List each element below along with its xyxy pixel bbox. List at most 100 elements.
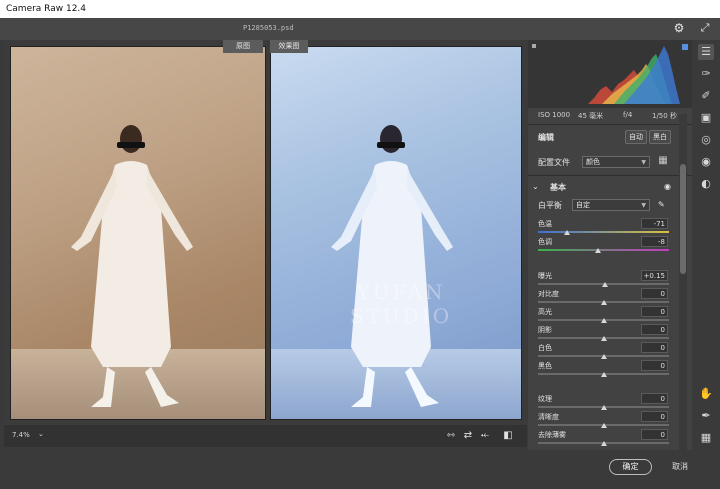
profile-row: 配置文件 颜色 ▼ ▦ xyxy=(528,155,678,169)
chevron-down-icon: ▼ xyxy=(641,202,646,209)
highlights-label: 高光 xyxy=(538,308,552,316)
gear-icon[interactable]: ⚙ xyxy=(672,21,686,35)
slider-exposure: 曝光 +0.15 xyxy=(528,269,678,287)
dehaze-thumb[interactable] xyxy=(600,441,607,446)
toggle-view-icon[interactable]: ◧ xyxy=(501,429,515,443)
blacks-label: 黑色 xyxy=(538,362,552,370)
after-photo: YUFAN STUDIO xyxy=(270,46,522,420)
black-white-button[interactable]: 黑白 xyxy=(649,130,671,144)
eye-icon[interactable]: ◉ xyxy=(664,182,671,191)
temp-track[interactable] xyxy=(538,231,669,233)
dehaze-label: 去除薄雾 xyxy=(538,431,566,439)
title-bar: Camera Raw 12.4 xyxy=(0,0,720,18)
presets-icon[interactable]: ◐ xyxy=(698,176,714,192)
texture-value[interactable]: 0 xyxy=(641,393,668,404)
chevron-down-icon[interactable]: ⌄ xyxy=(532,182,539,191)
shadows-value[interactable]: 0 xyxy=(641,324,668,335)
slider-contrast: 对比度 0 xyxy=(528,287,678,305)
gradient-icon[interactable]: ▣ xyxy=(698,110,714,126)
blacks-value[interactable]: 0 xyxy=(641,360,668,371)
shadows-label: 阴影 xyxy=(538,326,552,334)
hand-icon[interactable]: ✋ xyxy=(698,386,714,402)
highlights-value[interactable]: 0 xyxy=(641,306,668,317)
dehaze-value[interactable]: 0 xyxy=(641,429,668,440)
cancel-button[interactable]: 取消 xyxy=(664,459,696,475)
eyedropper-icon[interactable]: ✎ xyxy=(658,200,665,209)
panel-scrollbar[interactable] xyxy=(679,114,687,450)
footer-bar: 确定 取消 xyxy=(0,450,720,489)
divider xyxy=(528,175,692,176)
contrast-label: 对比度 xyxy=(538,290,559,298)
temp-value[interactable]: -71 xyxy=(641,218,668,229)
tint-track[interactable] xyxy=(538,249,669,251)
crop-icon[interactable]: ✑ xyxy=(698,66,714,82)
sliders-icon[interactable]: ☰ xyxy=(698,44,714,60)
slider-dehaze: 去除薄雾 0 xyxy=(528,428,678,446)
preview-canvas: 原图 YUFAN STUDIO 效果图 xyxy=(4,40,527,425)
basic-header[interactable]: ⌄ 基本 ◉ xyxy=(528,180,678,194)
before-after-cycle-icon[interactable]: ⇿ xyxy=(444,429,458,443)
slider-clarity: 清晰度 0 xyxy=(528,410,678,428)
wb-value: 自定 xyxy=(576,201,590,209)
slider-whites: 白色 0 xyxy=(528,341,678,359)
slider-shadows: 阴影 0 xyxy=(528,323,678,341)
profile-label: 配置文件 xyxy=(538,158,570,167)
after-label: 效果图 xyxy=(270,40,308,53)
ok-button[interactable]: 确定 xyxy=(609,459,652,475)
clarity-label: 清晰度 xyxy=(538,413,559,421)
exposure-label: 曝光 xyxy=(538,272,552,280)
profile-value: 颜色 xyxy=(586,158,600,166)
grid-icon[interactable]: ▦ xyxy=(698,430,714,446)
whites-label: 白色 xyxy=(538,344,552,352)
histogram-graph xyxy=(532,44,688,104)
blacks-thumb[interactable] xyxy=(600,372,607,377)
profile-browser-icon[interactable]: ▦ xyxy=(656,154,670,168)
camera-raw-window: Camera Raw 12.4 P1285053.psd ⚙ ⤢ 原图 YUFA… xyxy=(0,0,720,489)
watermark-text: YUFAN STUDIO xyxy=(349,280,453,328)
tool-strip: ☰ ✑ ✐ ▣ ◎ ◉ ◐ ✋ ✒ ▦ xyxy=(692,40,720,450)
slider-texture: 纹理 0 xyxy=(528,392,678,410)
scrollbar-thumb[interactable] xyxy=(680,164,686,274)
before-photo xyxy=(10,46,266,420)
file-name: P1285053.psd xyxy=(243,24,294,32)
temp-label: 色温 xyxy=(538,220,552,228)
window-title: Camera Raw 12.4 xyxy=(6,4,87,14)
fullscreen-icon[interactable]: ⤢ xyxy=(698,21,712,35)
camera-info: ISO 1000 45 毫米 f/4 1/50 秒 xyxy=(528,108,692,122)
radial-filter-icon[interactable]: ◎ xyxy=(698,132,714,148)
color-sampler-icon[interactable]: ✒ xyxy=(698,408,714,424)
exposure-value[interactable]: +0.15 xyxy=(641,270,668,281)
swap-icon[interactable]: ⇄ xyxy=(461,429,475,443)
white-balance-row: 白平衡 自定 ▼ ✎ xyxy=(528,198,678,212)
whites-value[interactable]: 0 xyxy=(641,342,668,353)
profile-select[interactable]: 颜色 ▼ xyxy=(582,156,650,168)
edit-header: 编辑 自动 黑白 xyxy=(528,130,678,144)
auto-button[interactable]: 自动 xyxy=(625,130,647,144)
divider xyxy=(528,124,692,125)
contrast-value[interactable]: 0 xyxy=(641,288,668,299)
shadow-clip-icon xyxy=(532,44,536,48)
heal-brush-icon[interactable]: ✐ xyxy=(698,88,714,104)
slider-tint: 色调 -8 xyxy=(528,235,678,253)
model-figure xyxy=(331,125,453,407)
slider-blacks: 黑色 0 xyxy=(528,359,678,377)
model-figure xyxy=(71,125,193,407)
aperture-value: f/4 xyxy=(623,111,633,119)
edit-title: 编辑 xyxy=(538,133,554,142)
before-label: 原图 xyxy=(223,40,263,53)
file-bar: P1285053.psd ⚙ ⤢ xyxy=(0,18,720,40)
chevron-down-icon[interactable]: ⌄ xyxy=(38,430,44,438)
slider-temp: 色温 -71 xyxy=(528,217,678,235)
shutter-speed: 1/50 秒 xyxy=(652,112,677,120)
clarity-value[interactable]: 0 xyxy=(641,411,668,422)
tint-value[interactable]: -8 xyxy=(641,236,668,247)
iso-value: ISO 1000 xyxy=(538,111,571,119)
zoom-level[interactable]: 7.4% xyxy=(12,431,30,439)
focal-length: 45 毫米 xyxy=(578,112,604,120)
copy-settings-icon[interactable]: ⤝ xyxy=(478,429,492,443)
basic-title: 基本 xyxy=(550,183,566,192)
wb-select[interactable]: 自定 ▼ xyxy=(572,199,650,211)
tint-thumb[interactable] xyxy=(595,248,602,253)
highlight-clip-icon xyxy=(682,44,688,50)
redeye-icon[interactable]: ◉ xyxy=(698,154,714,170)
